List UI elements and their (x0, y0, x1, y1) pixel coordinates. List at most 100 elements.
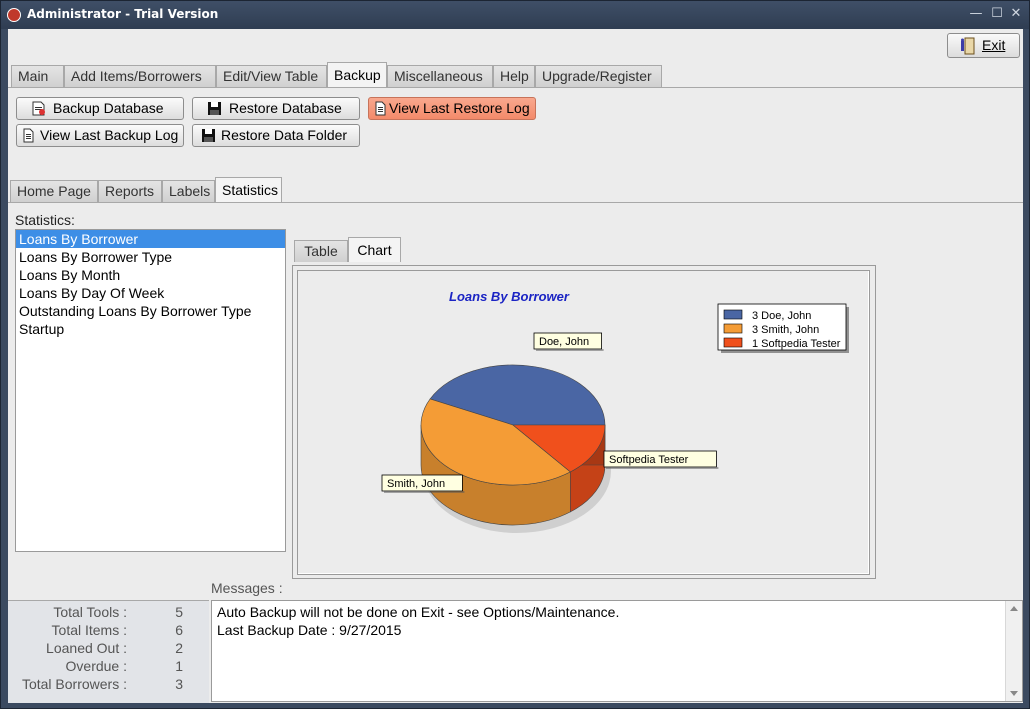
tab-edit-view-table[interactable]: Edit/View Table (216, 65, 327, 87)
door-exit-icon (961, 37, 975, 55)
legend-swatch-2 (723, 337, 743, 348)
pie-chart: Loans By Borrower Doe, John Smith, John Sof… (381, 289, 849, 533)
tab-home-page[interactable]: Home Page (10, 180, 98, 202)
view-last-backup-log-button[interactable]: View Last Backup Log (16, 124, 184, 147)
total-value: 1 (175, 658, 183, 674)
close-button[interactable]: ✕ (1007, 6, 1025, 22)
total-tools-row: Total Tools : 5 (8, 604, 209, 622)
list-item-outstanding-loans[interactable]: Outstanding Loans By Borrower Type (16, 302, 285, 320)
chart-title: Loans By Borrower (449, 289, 570, 304)
view-last-restore-log-button[interactable]: View Last Restore Log (368, 97, 536, 120)
legend-swatch-1 (723, 323, 743, 334)
tab-miscellaneous[interactable]: Miscellaneous (387, 65, 493, 87)
overdue-row: Overdue : 1 (8, 658, 209, 676)
tab-label: Table (304, 243, 338, 259)
total-value: 6 (175, 622, 183, 638)
view-last-backup-log-label: View Last Backup Log (40, 127, 179, 143)
slice-label-text: Smith, John (387, 478, 445, 490)
total-label: Total Items : (51, 622, 127, 638)
tab-label: Help (500, 68, 529, 84)
chart-panel: Loans By Borrower Doe, John Smith, John Sof… (292, 265, 876, 579)
database-backup-icon (32, 101, 45, 116)
total-label: Total Tools : (53, 604, 127, 620)
total-label: Total Borrowers : (21, 676, 127, 692)
exit-button[interactable]: Exit (947, 33, 1020, 58)
total-items-row: Total Items : 6 (8, 622, 209, 640)
totals-panel: Total Tools : 5 Total Items : 6 Loaned O… (8, 600, 209, 703)
tab-main[interactable]: Main (11, 65, 64, 87)
tab-add-items-borrowers[interactable]: Add Items/Borrowers (64, 65, 216, 87)
list-item-loans-by-day-of-week[interactable]: Loans By Day Of Week (16, 284, 285, 302)
tab-label: Add Items/Borrowers (71, 68, 202, 84)
floppy-disk-icon (208, 102, 221, 115)
tab-help[interactable]: Help (493, 65, 535, 87)
tab-statistics[interactable]: Statistics (215, 177, 282, 202)
total-value: 5 (175, 604, 183, 620)
chart-area: Loans By Borrower Doe, John Smith, John Sof… (297, 270, 870, 575)
legend-entry-0: 3 Doe, John (752, 310, 811, 322)
list-item-startup[interactable]: Startup (16, 320, 285, 338)
app-window: Administrator - Trial Version — ☐ ✕ Exit… (0, 0, 1030, 709)
backup-panel: Backup Database Restore Database View La… (8, 87, 1023, 175)
tab-upgrade-register[interactable]: Upgrade/Register (535, 65, 662, 87)
backup-database-button[interactable]: Backup Database (16, 97, 184, 120)
tab-label: Miscellaneous (394, 68, 483, 84)
slice-label-0: Doe, John (533, 332, 604, 351)
scroll-up-icon[interactable] (1010, 606, 1018, 611)
tab-label: Labels (169, 183, 211, 199)
statistics-panel: Statistics: Loans By Borrower Loans By B… (8, 202, 1023, 579)
tab-label: Main (18, 68, 49, 84)
chart-legend: 3 Doe, John 3 Smith, John 1 Softpedia Test… (717, 303, 849, 353)
tab-backup[interactable]: Backup (327, 62, 387, 87)
tab-label: Chart (357, 242, 392, 258)
restore-data-folder-button[interactable]: Restore Data Folder (192, 124, 360, 147)
main-tab-bar: Main Add Items/Borrowers Edit/View Table… (11, 62, 662, 87)
total-label: Loaned Out : (46, 640, 127, 656)
title-bar[interactable]: Administrator - Trial Version — ☐ ✕ (1, 1, 1029, 29)
tab-chart[interactable]: Chart (348, 237, 401, 262)
statistics-label: Statistics: (15, 212, 75, 228)
window-title: Administrator - Trial Version (27, 7, 219, 21)
slice-label-text: Softpedia Tester (609, 454, 689, 466)
restore-data-folder-label: Restore Data Folder (221, 127, 348, 143)
slice-label-text: Doe, John (539, 336, 589, 348)
total-label: Overdue : (65, 658, 127, 674)
slice-label-shadow (536, 349, 604, 351)
tab-labels[interactable]: Labels (162, 180, 215, 202)
list-item-loans-by-borrower[interactable]: Loans By Borrower (16, 230, 285, 248)
scroll-down-icon[interactable] (1010, 691, 1018, 696)
message-line: Last Backup Date : 9/27/2015 (217, 622, 402, 638)
tab-label: Upgrade/Register (542, 68, 652, 84)
backup-database-label: Backup Database (53, 100, 164, 116)
tab-label: Backup (334, 67, 381, 83)
tab-label: Statistics (222, 182, 279, 198)
slice-label-shadow (606, 467, 719, 469)
messages-scrollbar[interactable] (1005, 601, 1022, 701)
floppy-disk-icon (202, 129, 215, 142)
list-item-loans-by-month[interactable]: Loans By Month (16, 266, 285, 284)
maximize-button[interactable]: ☐ (988, 6, 1006, 22)
statistics-list[interactable]: Loans By Borrower Loans By Borrower Type… (15, 229, 286, 552)
app-icon[interactable] (7, 8, 21, 22)
tab-table[interactable]: Table (294, 240, 348, 262)
total-value: 3 (175, 676, 183, 692)
document-icon (23, 128, 34, 143)
restore-database-button[interactable]: Restore Database (192, 97, 360, 120)
restore-database-label: Restore Database (229, 100, 342, 116)
tab-label: Reports (105, 183, 155, 199)
messages-box[interactable]: Auto Backup will not be done on Exit - s… (211, 600, 1023, 702)
message-line: Auto Backup will not be done on Exit - s… (217, 604, 620, 620)
minimize-button[interactable]: — (967, 6, 985, 22)
messages-label: Messages : (211, 580, 283, 596)
slice-label-2: Softpedia Tester (603, 450, 719, 469)
tab-label: Home Page (17, 183, 91, 199)
sub-tab-bar: Home Page Reports Labels Statistics (10, 177, 282, 202)
legend-swatch-0 (723, 309, 743, 320)
document-icon (375, 101, 386, 116)
tab-reports[interactable]: Reports (98, 180, 162, 202)
list-item-loans-by-borrower-type[interactable]: Loans By Borrower Type (16, 248, 285, 266)
total-value: 2 (175, 640, 183, 656)
total-borrowers-row: Total Borrowers : 3 (8, 676, 209, 694)
tab-label: Edit/View Table (223, 68, 319, 84)
slice-label-1: Smith, John (381, 474, 465, 493)
